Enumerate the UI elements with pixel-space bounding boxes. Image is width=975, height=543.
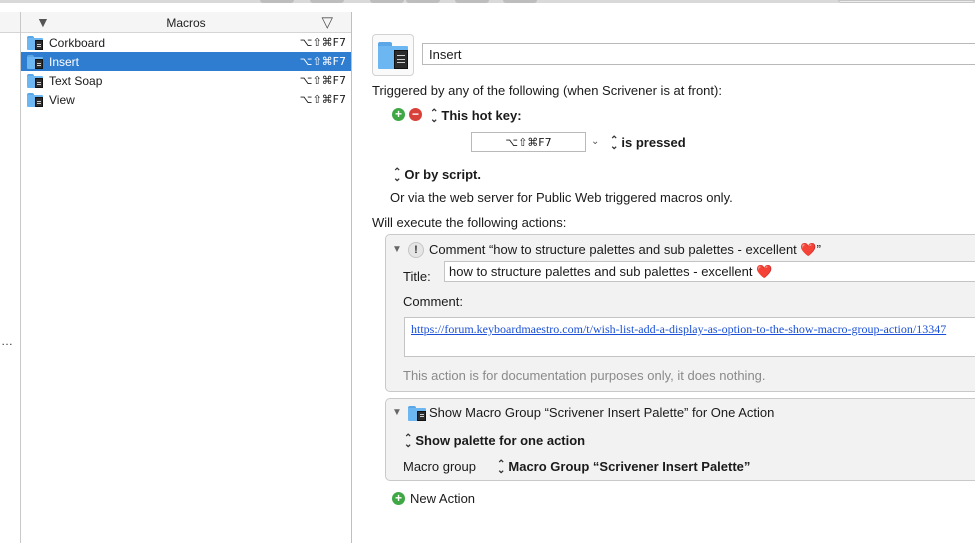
macros-pane: ▼ Macros ▽ Corkboard ⌥⇧⌘F7 Insert ⌥⇧⌘F7 Text… (21, 12, 352, 543)
toolbar-button[interactable] (406, 0, 440, 3)
new-action-icon[interactable]: + (392, 492, 405, 505)
folder-palette-icon (27, 74, 43, 88)
hotkey-trigger-popup[interactable]: ⌃ ⌄ This hot key: (430, 107, 522, 125)
macro-editor: Insert Triggered by any of the following… (352, 12, 975, 543)
toolbar-button[interactable] (310, 0, 344, 3)
search-field[interactable] (838, 0, 975, 3)
comment-action-header: Comment “how to structure palettes and s… (429, 242, 821, 257)
disclosure-triangle-icon[interactable]: ▼ (392, 244, 402, 255)
folder-palette-icon (27, 55, 43, 69)
macro-name: Corkboard (49, 36, 106, 50)
remove-trigger-icon[interactable]: − (409, 108, 422, 121)
folder-palette-icon (378, 42, 408, 69)
script-trigger-popup[interactable]: ⌃ ⌄ Or by script. (393, 166, 481, 184)
triggered-by-text: Triggered by any of the following (when … (372, 83, 722, 98)
hotkey-trigger-label: This hot key: (441, 108, 522, 123)
folder-palette-icon (408, 406, 426, 421)
macro-hotkey: ⌥⇧⌘F7 (299, 36, 346, 49)
folder-palette-icon (27, 36, 43, 50)
macro-name: Text Soap (49, 74, 103, 88)
macro-list-item[interactable]: Text Soap ⌥⇧⌘F7 (21, 71, 351, 90)
title-label: Title: (403, 269, 431, 284)
macro-name: View (49, 93, 75, 107)
macro-hotkey: ⌥⇧⌘F7 (299, 55, 346, 68)
new-action-button[interactable]: New Action (410, 491, 475, 506)
macro-list-item[interactable]: View ⌥⇧⌘F7 (21, 90, 351, 109)
toolbar-button[interactable] (503, 0, 537, 3)
macro-icon-well[interactable] (372, 34, 414, 76)
comment-note: This action is for documentation purpose… (403, 368, 766, 383)
macro-name-field[interactable]: Insert (422, 43, 975, 65)
updown-arrows-icon: ⌃ ⌄ (430, 107, 439, 125)
macro-list: Corkboard ⌥⇧⌘F7 Insert ⌥⇧⌘F7 Text Soap ⌥⇧⌘F7 V… (21, 33, 351, 109)
filter-triangle-icon[interactable]: ▽ (321, 13, 333, 31)
heart-icon: ❤️ (800, 242, 817, 257)
show-group-action-header: Show Macro Group “Scrivener Insert Palet… (429, 405, 775, 420)
macro-group-popup[interactable]: ⌃ ⌄ Macro Group “Scrivener Insert Palette” (497, 458, 751, 476)
will-execute-text: Will execute the following actions: (372, 215, 567, 230)
comment-action[interactable]: ▼ ! Comment “how to structure palettes a… (385, 234, 975, 392)
comment-label: Comment: (403, 294, 463, 309)
macros-column-header[interactable]: ▼ Macros ▽ (21, 12, 351, 33)
is-pressed-label: is pressed (621, 135, 686, 150)
show-palette-mode-popup[interactable]: ⌃ ⌄ Show palette for one action (404, 432, 586, 450)
groups-header (0, 12, 20, 33)
updown-arrows-icon: ⌃ ⌄ (610, 134, 619, 152)
macro-hotkey: ⌥⇧⌘F7 (299, 93, 346, 106)
script-trigger-label: Or by script. (404, 167, 481, 182)
toolbar (0, 0, 975, 3)
truncated-text: … (1, 334, 13, 348)
forum-link[interactable]: https://forum.keyboardmaestro.com/t/wish… (411, 322, 946, 337)
is-pressed-popup[interactable]: ⌃ ⌄ is pressed (610, 134, 686, 152)
macros-column-title: Macros (166, 16, 206, 30)
groups-pane: … (0, 12, 21, 543)
hotkey-field[interactable]: ⌥⇧⌘F7 (471, 132, 586, 152)
web-server-text: Or via the web server for Public Web tri… (390, 190, 733, 205)
macro-hotkey: ⌥⇧⌘F7 (299, 74, 346, 87)
keyboard-maestro-window: … ▼ Macros ▽ Corkboard ⌥⇧⌘F7 Insert ⌥⇧⌘F7 Te… (0, 0, 975, 543)
macro-name: Insert (49, 55, 80, 69)
heart-icon: ❤️ (756, 264, 773, 279)
folder-palette-icon (27, 93, 43, 107)
updown-arrows-icon: ⌃ ⌄ (393, 166, 402, 184)
toolbar-button[interactable] (260, 0, 294, 3)
macro-list-item[interactable]: Corkboard ⌥⇧⌘F7 (21, 33, 351, 52)
comment-icon: ! (408, 242, 424, 258)
toolbar-button[interactable] (370, 0, 404, 3)
show-palette-mode-label: Show palette for one action (415, 433, 586, 448)
disclosure-triangle-icon[interactable]: ▼ (392, 407, 402, 418)
updown-arrows-icon: ⌃ ⌄ (404, 432, 413, 450)
toolbar-button[interactable] (455, 0, 489, 3)
comment-title-field[interactable]: how to structure palettes and sub palett… (444, 261, 975, 282)
macro-group-label: Macro group (403, 459, 476, 474)
comment-text-area[interactable]: https://forum.keyboardmaestro.com/t/wish… (404, 317, 975, 357)
macro-group-value: Macro Group “Scrivener Insert Palette” (508, 459, 751, 474)
show-macro-group-action[interactable]: ▼ Show Macro Group “Scrivener Insert Pal… (385, 398, 975, 481)
chevron-down-icon[interactable]: ⌄ (591, 136, 599, 147)
macro-list-item[interactable]: Insert ⌥⇧⌘F7 (21, 52, 351, 71)
updown-arrows-icon: ⌃ ⌄ (497, 458, 506, 476)
add-trigger-icon[interactable]: + (392, 108, 405, 121)
